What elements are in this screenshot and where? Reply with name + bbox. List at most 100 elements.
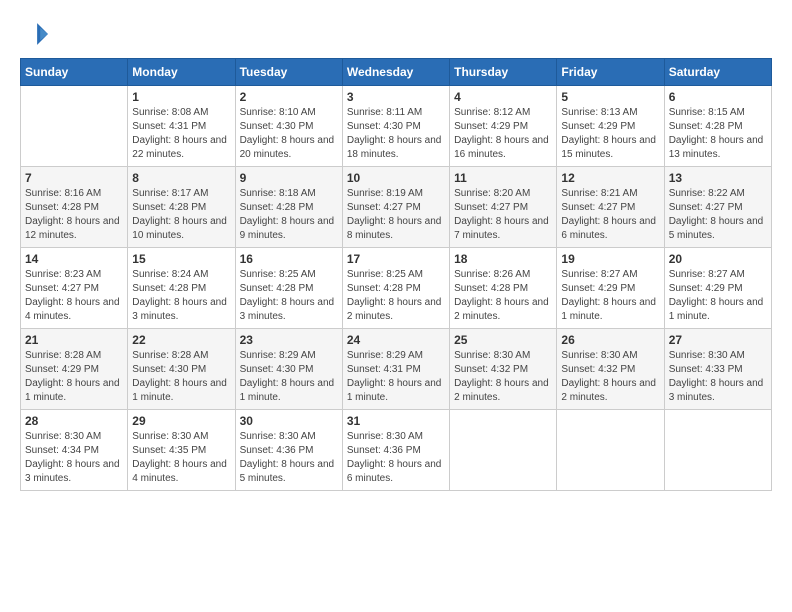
calendar-week-row: 28 Sunrise: 8:30 AMSunset: 4:34 PMDayligh… [21, 410, 772, 491]
header-day-friday: Friday [557, 59, 664, 86]
cell-info: Sunrise: 8:30 AMSunset: 4:32 PMDaylight:… [454, 349, 552, 405]
calendar-cell: 1 Sunrise: 8:08 AMSunset: 4:31 PMDaylight… [128, 86, 235, 167]
cell-info: Sunrise: 8:11 AMSunset: 4:30 PMDaylight:… [347, 106, 445, 162]
cell-info: Sunrise: 8:29 AMSunset: 4:31 PMDaylight:… [347, 349, 445, 405]
calendar-cell: 5 Sunrise: 8:13 AMSunset: 4:29 PMDaylight… [557, 86, 664, 167]
cell-info: Sunrise: 8:17 AMSunset: 4:28 PMDaylight:… [132, 187, 230, 243]
cell-info: Sunrise: 8:27 AMSunset: 4:29 PMDaylight:… [669, 268, 767, 324]
cell-info: Sunrise: 8:21 AMSunset: 4:27 PMDaylight:… [561, 187, 659, 243]
cell-date-number: 26 [561, 333, 659, 347]
calendar-table: SundayMondayTuesdayWednesdayThursdayFrid… [20, 58, 772, 491]
cell-info: Sunrise: 8:25 AMSunset: 4:28 PMDaylight:… [240, 268, 338, 324]
cell-info: Sunrise: 8:20 AMSunset: 4:27 PMDaylight:… [454, 187, 552, 243]
cell-date-number: 12 [561, 171, 659, 185]
cell-date-number: 24 [347, 333, 445, 347]
calendar-week-row: 7 Sunrise: 8:16 AMSunset: 4:28 PMDaylight… [21, 167, 772, 248]
cell-info: Sunrise: 8:08 AMSunset: 4:31 PMDaylight:… [132, 106, 230, 162]
calendar-week-row: 21Sunrise: 8:28 AMSunset: 4:29 PMDayligh… [21, 329, 772, 410]
cell-date-number: 18 [454, 252, 552, 266]
calendar-cell: 4 Sunrise: 8:12 AMSunset: 4:29 PMDaylight… [450, 86, 557, 167]
calendar-cell: 11 Sunrise: 8:20 AMSunset: 4:27 PMDayligh… [450, 167, 557, 248]
cell-date-number: 4 [454, 90, 552, 104]
cell-info: Sunrise: 8:30 AMSunset: 4:34 PMDaylight:… [25, 430, 123, 486]
calendar-cell: 12 Sunrise: 8:21 AMSunset: 4:27 PMDayligh… [557, 167, 664, 248]
header-day-thursday: Thursday [450, 59, 557, 86]
calendar-cell: 20 Sunrise: 8:27 AMSunset: 4:29 PMDayligh… [664, 248, 771, 329]
cell-date-number: 31 [347, 414, 445, 428]
calendar-cell: 28 Sunrise: 8:30 AMSunset: 4:34 PMDayligh… [21, 410, 128, 491]
cell-date-number: 10 [347, 171, 445, 185]
logo-icon [20, 20, 48, 48]
calendar-cell: 8 Sunrise: 8:17 AMSunset: 4:28 PMDaylight… [128, 167, 235, 248]
cell-date-number: 15 [132, 252, 230, 266]
calendar-cell: 25 Sunrise: 8:30 AMSunset: 4:32 PMDayligh… [450, 329, 557, 410]
calendar-cell: 19Sunrise: 8:27 AMSunset: 4:29 PMDayligh… [557, 248, 664, 329]
calendar-cell [450, 410, 557, 491]
cell-date-number: 23 [240, 333, 338, 347]
calendar-cell: 22Sunrise: 8:28 AMSunset: 4:30 PMDayligh… [128, 329, 235, 410]
cell-date-number: 3 [347, 90, 445, 104]
cell-info: Sunrise: 8:10 AMSunset: 4:30 PMDaylight:… [240, 106, 338, 162]
cell-date-number: 13 [669, 171, 767, 185]
cell-info: Sunrise: 8:23 AMSunset: 4:27 PMDaylight:… [25, 268, 123, 324]
calendar-header-row: SundayMondayTuesdayWednesdayThursdayFrid… [21, 59, 772, 86]
calendar-cell: 7 Sunrise: 8:16 AMSunset: 4:28 PMDaylight… [21, 167, 128, 248]
header-day-monday: Monday [128, 59, 235, 86]
calendar-cell: 16 Sunrise: 8:25 AMSunset: 4:28 PMDayligh… [235, 248, 342, 329]
cell-info: Sunrise: 8:28 AMSunset: 4:30 PMDaylight:… [132, 349, 230, 405]
calendar-cell: 30Sunrise: 8:30 AMSunset: 4:36 PMDayligh… [235, 410, 342, 491]
cell-date-number: 5 [561, 90, 659, 104]
calendar-cell: 3 Sunrise: 8:11 AMSunset: 4:30 PMDaylight… [342, 86, 449, 167]
cell-info: Sunrise: 8:30 AMSunset: 4:33 PMDaylight:… [669, 349, 767, 405]
page-header [20, 20, 772, 48]
cell-info: Sunrise: 8:19 AMSunset: 4:27 PMDaylight:… [347, 187, 445, 243]
header-day-sunday: Sunday [21, 59, 128, 86]
calendar-cell: 14Sunrise: 8:23 AMSunset: 4:27 PMDayligh… [21, 248, 128, 329]
calendar-cell: 26 Sunrise: 8:30 AMSunset: 4:32 PMDayligh… [557, 329, 664, 410]
calendar-week-row: 1 Sunrise: 8:08 AMSunset: 4:31 PMDaylight… [21, 86, 772, 167]
cell-info: Sunrise: 8:30 AMSunset: 4:32 PMDaylight:… [561, 349, 659, 405]
cell-date-number: 8 [132, 171, 230, 185]
cell-info: Sunrise: 8:18 AMSunset: 4:28 PMDaylight:… [240, 187, 338, 243]
calendar-cell: 18 Sunrise: 8:26 AMSunset: 4:28 PMDayligh… [450, 248, 557, 329]
calendar-cell: 24 Sunrise: 8:29 AMSunset: 4:31 PMDayligh… [342, 329, 449, 410]
cell-info: Sunrise: 8:22 AMSunset: 4:27 PMDaylight:… [669, 187, 767, 243]
calendar-cell [664, 410, 771, 491]
calendar-cell: 9 Sunrise: 8:18 AMSunset: 4:28 PMDaylight… [235, 167, 342, 248]
cell-date-number: 6 [669, 90, 767, 104]
cell-info: Sunrise: 8:26 AMSunset: 4:28 PMDaylight:… [454, 268, 552, 324]
cell-date-number: 29 [132, 414, 230, 428]
cell-info: Sunrise: 8:27 AMSunset: 4:29 PMDaylight:… [561, 268, 659, 324]
calendar-cell: 10 Sunrise: 8:19 AMSunset: 4:27 PMDayligh… [342, 167, 449, 248]
cell-date-number: 25 [454, 333, 552, 347]
calendar-cell [21, 86, 128, 167]
cell-info: Sunrise: 8:28 AMSunset: 4:29 PMDaylight:… [25, 349, 123, 405]
calendar-week-row: 14Sunrise: 8:23 AMSunset: 4:27 PMDayligh… [21, 248, 772, 329]
header-day-saturday: Saturday [664, 59, 771, 86]
cell-date-number: 9 [240, 171, 338, 185]
cell-info: Sunrise: 8:16 AMSunset: 4:28 PMDaylight:… [25, 187, 123, 243]
calendar-cell: 31 Sunrise: 8:30 AMSunset: 4:36 PMDayligh… [342, 410, 449, 491]
cell-info: Sunrise: 8:24 AMSunset: 4:28 PMDaylight:… [132, 268, 230, 324]
calendar-cell: 15 Sunrise: 8:24 AMSunset: 4:28 PMDayligh… [128, 248, 235, 329]
cell-info: Sunrise: 8:13 AMSunset: 4:29 PMDaylight:… [561, 106, 659, 162]
cell-date-number: 28 [25, 414, 123, 428]
cell-info: Sunrise: 8:29 AMSunset: 4:30 PMDaylight:… [240, 349, 338, 405]
calendar-cell: 23 Sunrise: 8:29 AMSunset: 4:30 PMDayligh… [235, 329, 342, 410]
calendar-cell: 13 Sunrise: 8:22 AMSunset: 4:27 PMDayligh… [664, 167, 771, 248]
cell-info: Sunrise: 8:30 AMSunset: 4:36 PMDaylight:… [347, 430, 445, 486]
calendar-cell: 29Sunrise: 8:30 AMSunset: 4:35 PMDayligh… [128, 410, 235, 491]
cell-info: Sunrise: 8:25 AMSunset: 4:28 PMDaylight:… [347, 268, 445, 324]
cell-date-number: 7 [25, 171, 123, 185]
cell-date-number: 20 [669, 252, 767, 266]
header-day-wednesday: Wednesday [342, 59, 449, 86]
cell-date-number: 16 [240, 252, 338, 266]
cell-date-number: 2 [240, 90, 338, 104]
cell-info: Sunrise: 8:15 AMSunset: 4:28 PMDaylight:… [669, 106, 767, 162]
logo [20, 20, 52, 48]
cell-info: Sunrise: 8:30 AMSunset: 4:36 PMDaylight:… [240, 430, 338, 486]
cell-date-number: 11 [454, 171, 552, 185]
calendar-cell: 6 Sunrise: 8:15 AMSunset: 4:28 PMDaylight… [664, 86, 771, 167]
cell-date-number: 1 [132, 90, 230, 104]
cell-info: Sunrise: 8:12 AMSunset: 4:29 PMDaylight:… [454, 106, 552, 162]
